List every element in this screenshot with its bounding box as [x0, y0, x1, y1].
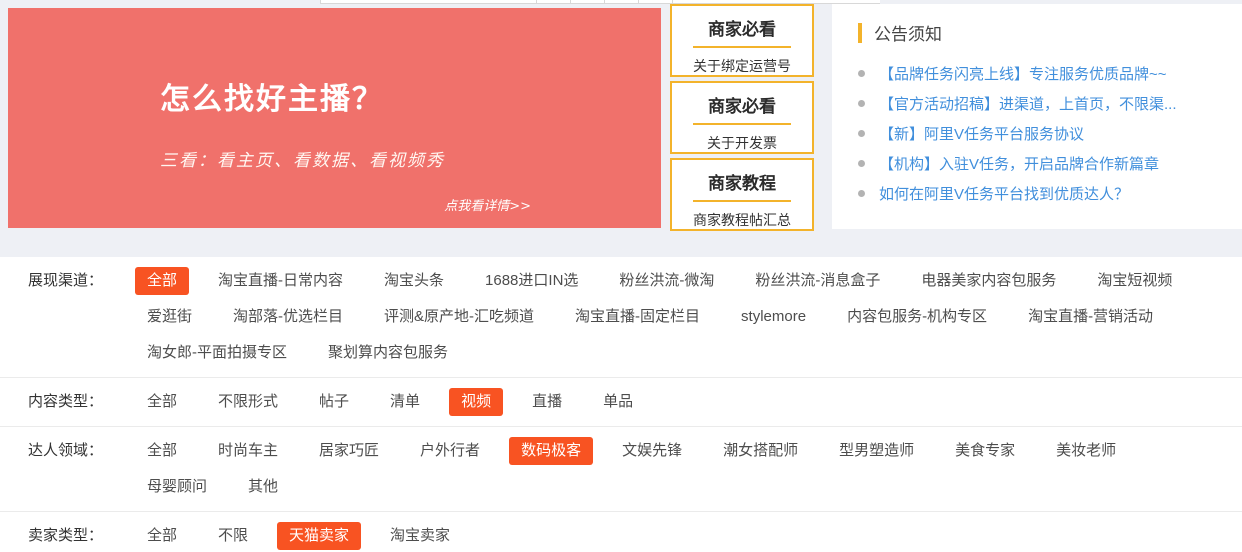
announcement-item: 【品牌任务闪亮上线】专注服务优质品牌~~: [858, 58, 1228, 88]
filter-row-label: 内容类型：: [0, 388, 135, 424]
filter-row-label: 达人领域：: [0, 437, 135, 509]
announcement-panel: 公告须知 【品牌任务闪亮上线】专注服务优质品牌~~ 【官方活动招稿】进渠道，上首页…: [832, 4, 1242, 229]
filter-option[interactable]: 1688进口IN选: [473, 267, 590, 295]
filter-option[interactable]: 型男塑造师: [827, 437, 926, 465]
filter-option[interactable]: 美妆老师: [1044, 437, 1128, 465]
filter-option[interactable]: 数码极客: [509, 437, 593, 465]
filter-option[interactable]: 其他: [236, 473, 290, 501]
filter-option[interactable]: 内容包服务-机构专区: [835, 303, 999, 331]
card-divider-line: [693, 46, 791, 48]
filter-row-label: 展现渠道：: [0, 267, 135, 375]
filter-option[interactable]: 淘宝直播-固定栏目: [563, 303, 712, 331]
announcement-link[interactable]: 【品牌任务闪亮上线】专注服务优质品牌~~: [879, 63, 1167, 84]
filter-option[interactable]: stylemore: [729, 303, 818, 331]
notice-card-subtitle: 关于开发票: [672, 133, 812, 153]
filter-option[interactable]: 淘宝卖家: [378, 522, 462, 550]
filter-option[interactable]: 电器美家内容包服务: [909, 267, 1068, 295]
card-divider-line: [693, 200, 791, 202]
accent-bar-icon: [858, 23, 862, 43]
filter-option[interactable]: 视频: [449, 388, 503, 416]
filter-option[interactable]: 淘宝直播-营销活动: [1016, 303, 1165, 331]
filter-option[interactable]: 天猫卖家: [277, 522, 361, 550]
filter-options: 全部不限天猫卖家淘宝卖家: [135, 522, 1242, 552]
announcement-link[interactable]: 【机构】入驻V任务，开启品牌合作新篇章: [879, 153, 1159, 174]
filter-panel: 展现渠道：全部淘宝直播-日常内容淘宝头条1688进口IN选粉丝洪流-微淘粉丝洪流…: [0, 257, 1242, 552]
card-divider-line: [693, 123, 791, 125]
bullet-icon: [858, 70, 865, 77]
announcement-item: 如何在阿里V任务平台找到优质达人？: [858, 178, 1228, 208]
banner-subtitle: 三看：看主页、看数据、看视频秀: [160, 146, 445, 171]
filter-option[interactable]: 不限: [206, 522, 260, 550]
notice-card[interactable]: 商家教程商家教程帖汇总: [670, 158, 814, 231]
filter-option[interactable]: 全部: [135, 522, 189, 550]
notice-card-title: 商家必看: [672, 92, 812, 117]
announcement-item: 【官方活动招稿】进渠道，上首页，不限渠...: [858, 88, 1228, 118]
filter-option[interactable]: 全部: [135, 267, 189, 295]
filter-option[interactable]: 户外行者: [408, 437, 492, 465]
filter-option[interactable]: 爱逛街: [135, 303, 204, 331]
notice-card-subtitle: 关于绑定运营号: [672, 56, 812, 76]
notice-cards: 商家必看关于绑定运营号商家必看关于开发票商家教程商家教程帖汇总: [670, 4, 814, 235]
filter-row: 内容类型：全部不限形式帖子清单视频直播单品: [0, 377, 1242, 426]
bullet-icon: [858, 190, 865, 197]
filter-option[interactable]: 时尚车主: [206, 437, 290, 465]
announcement-item: 【新】阿里V任务平台服务协议: [858, 118, 1228, 148]
bullet-icon: [858, 130, 865, 137]
filter-options: 全部淘宝直播-日常内容淘宝头条 1688进口IN选粉丝洪流-微淘粉丝洪流-消息盒子…: [135, 267, 1242, 375]
promo-banner[interactable]: 怎么找好主播？ 三看：看主页、看数据、看视频秀 点我看详情>>: [8, 8, 661, 228]
notice-card-title: 商家教程: [672, 169, 812, 194]
filter-options: 全部不限形式帖子清单视频直播单品: [135, 388, 1242, 424]
filter-option[interactable]: 单品: [591, 388, 645, 416]
filter-option[interactable]: 粉丝洪流-微淘: [607, 267, 726, 295]
filter-option[interactable]: 全部: [135, 388, 189, 416]
filter-option[interactable]: 不限形式: [206, 388, 290, 416]
filter-row-label: 卖家类型：: [0, 522, 135, 552]
filter-option[interactable]: 母婴顾问: [135, 473, 219, 501]
announcement-link[interactable]: 【官方活动招稿】进渠道，上首页，不限渠...: [879, 93, 1177, 114]
filter-option[interactable]: 淘宝头条: [372, 267, 456, 295]
notice-card[interactable]: 商家必看关于开发票: [670, 81, 814, 154]
filter-option[interactable]: 淘宝短视频: [1085, 267, 1184, 295]
filter-row: 达人领域：全部时尚车主居家巧匠户外行者数码极客文娱先锋潮女搭配师型男塑造师美食专…: [0, 426, 1242, 511]
banner-title: 怎么找好主播？: [160, 74, 384, 118]
announcement-link[interactable]: 如何在阿里V任务平台找到优质达人？: [879, 183, 1129, 204]
filter-option[interactable]: 潮女搭配师: [711, 437, 810, 465]
filter-row: 卖家类型：全部不限天猫卖家淘宝卖家: [0, 511, 1242, 552]
filter-option[interactable]: 直播: [520, 388, 574, 416]
filter-option[interactable]: 帖子: [307, 388, 361, 416]
filter-option[interactable]: 全部: [135, 437, 189, 465]
filter-option[interactable]: 居家巧匠: [307, 437, 391, 465]
announcement-header: 公告须知: [858, 20, 1228, 45]
announcement-item: 【机构】入驻V任务，开启品牌合作新篇章: [858, 148, 1228, 178]
bullet-icon: [858, 160, 865, 167]
banner-cta-link[interactable]: 点我看详情>>: [444, 195, 531, 214]
filter-options: 全部时尚车主居家巧匠户外行者数码极客文娱先锋潮女搭配师型男塑造师美食专家美妆老师…: [135, 437, 1242, 509]
notice-card-title: 商家必看: [672, 15, 812, 40]
filter-option[interactable]: 清单: [378, 388, 432, 416]
notice-card[interactable]: 商家必看关于绑定运营号: [670, 4, 814, 77]
notice-card-subtitle: 商家教程帖汇总: [672, 210, 812, 230]
page: 怎么找好主播？ 三看：看主页、看数据、看视频秀 点我看详情>> 商家必看关于绑定…: [0, 0, 1242, 552]
bullet-icon: [858, 100, 865, 107]
announcement-list: 【品牌任务闪亮上线】专注服务优质品牌~~ 【官方活动招稿】进渠道，上首页，不限渠.…: [858, 58, 1228, 208]
filter-row: 展现渠道：全部淘宝直播-日常内容淘宝头条 1688进口IN选粉丝洪流-微淘粉丝洪流…: [0, 257, 1242, 377]
announcement-link[interactable]: 【新】阿里V任务平台服务协议: [879, 123, 1084, 144]
filter-option[interactable]: 粉丝洪流-消息盒子: [743, 267, 892, 295]
filter-option[interactable]: 淘部落-优选栏目: [221, 303, 355, 331]
announcement-title: 公告须知: [874, 20, 942, 45]
filter-option[interactable]: 淘女郎-平面拍摄专区: [135, 339, 299, 367]
filter-option[interactable]: 美食专家: [943, 437, 1027, 465]
filter-option[interactable]: 评测&原产地-汇吃频道: [372, 303, 546, 331]
filter-option[interactable]: 聚划算内容包服务: [316, 339, 460, 367]
filter-option[interactable]: 文娱先锋: [610, 437, 694, 465]
filter-option[interactable]: 淘宝直播-日常内容: [206, 267, 355, 295]
